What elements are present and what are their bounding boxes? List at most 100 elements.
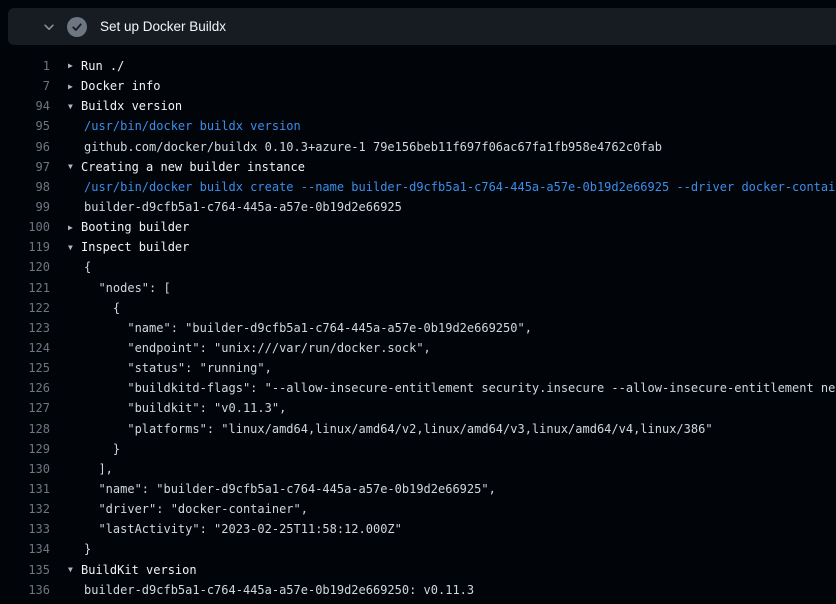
log-output-text: builder-d9cfb5a1-c764-445a-a57e-0b19d2e6… xyxy=(84,200,402,214)
log-output-text: { xyxy=(84,301,120,315)
log-text-cell: /usr/bin/docker buildx create --name bui… xyxy=(50,177,836,197)
log-group-line[interactable]: 119 ▼Inspect builder xyxy=(0,237,836,257)
log-group-cell[interactable]: ▼Creating a new builder instance xyxy=(50,157,305,177)
log-text-cell: "driver": "docker-container", xyxy=(50,499,308,519)
log-group-title: Inspect builder xyxy=(81,240,189,254)
log-text-line: 127 "buildkit": "v0.11.3", xyxy=(0,398,836,418)
log-group-cell[interactable]: ▶Docker info xyxy=(50,76,160,96)
log-group-title: Docker info xyxy=(81,79,160,93)
line-number[interactable]: 129 xyxy=(0,439,50,459)
log-viewer: 1 ▶Run ./ 7 ▶Docker info 94 ▼Buildx vers… xyxy=(0,56,836,600)
log-group-cell[interactable]: ▼Inspect builder xyxy=(50,237,189,257)
line-number[interactable]: 122 xyxy=(0,298,50,318)
log-text-cell: { xyxy=(50,257,91,277)
log-group-line[interactable]: 1 ▶Run ./ xyxy=(0,56,836,76)
log-output-text: "buildkitd-flags": "--allow-insecure-ent… xyxy=(84,381,836,395)
line-number[interactable]: 94 xyxy=(0,96,50,116)
log-output-text: "driver": "docker-container", xyxy=(84,502,308,516)
log-text-cell: "nodes": [ xyxy=(50,278,171,298)
triangle-collapsed-icon[interactable]: ▶ xyxy=(68,56,81,76)
log-text-line: 124 "endpoint": "unix:///var/run/docker.… xyxy=(0,338,836,358)
line-number[interactable]: 99 xyxy=(0,197,50,217)
line-number[interactable]: 132 xyxy=(0,499,50,519)
line-number[interactable]: 134 xyxy=(0,539,50,559)
check-circle-icon xyxy=(67,17,87,37)
step-header[interactable]: Set up Docker Buildx xyxy=(8,8,836,45)
line-number[interactable]: 130 xyxy=(0,459,50,479)
line-number[interactable]: 131 xyxy=(0,479,50,499)
triangle-collapsed-icon[interactable]: ▶ xyxy=(68,218,81,238)
log-text-line: 123 "name": "builder-d9cfb5a1-c764-445a-… xyxy=(0,318,836,338)
line-number[interactable]: 128 xyxy=(0,419,50,439)
line-number[interactable]: 100 xyxy=(0,217,50,237)
log-text-line: 126 "buildkitd-flags": "--allow-insecure… xyxy=(0,378,836,398)
line-number[interactable]: 135 xyxy=(0,560,50,580)
log-text-line: 131 "name": "builder-d9cfb5a1-c764-445a-… xyxy=(0,479,836,499)
log-text-line: 96 github.com/docker/buildx 0.10.3+azure… xyxy=(0,137,836,157)
log-group-line[interactable]: 100 ▶Booting builder xyxy=(0,217,836,237)
log-group-line[interactable]: 135 ▼BuildKit version xyxy=(0,560,836,580)
log-group-line[interactable]: 97 ▼Creating a new builder instance xyxy=(0,157,836,177)
log-command-text: /usr/bin/docker buildx create --name bui… xyxy=(84,180,836,194)
log-group-cell[interactable]: ▶Run ./ xyxy=(50,56,124,76)
log-group-line[interactable]: 7 ▶Docker info xyxy=(0,76,836,96)
line-number[interactable]: 127 xyxy=(0,398,50,418)
triangle-expanded-icon[interactable]: ▼ xyxy=(68,560,81,580)
line-number[interactable]: 125 xyxy=(0,358,50,378)
log-text-cell: { xyxy=(50,298,120,318)
log-text-line: 130 ], xyxy=(0,459,836,479)
line-number[interactable]: 97 xyxy=(0,157,50,177)
log-text-line: 98 /usr/bin/docker buildx create --name … xyxy=(0,177,836,197)
line-number[interactable]: 119 xyxy=(0,237,50,257)
log-group-cell[interactable]: ▶Booting builder xyxy=(50,217,189,237)
line-number[interactable]: 133 xyxy=(0,519,50,539)
log-text-cell: "endpoint": "unix:///var/run/docker.sock… xyxy=(50,338,431,358)
log-text-line: 95 /usr/bin/docker buildx version xyxy=(0,116,836,136)
log-output-text: { xyxy=(84,260,91,274)
log-text-line: 136 builder-d9cfb5a1-c764-445a-a57e-0b19… xyxy=(0,580,836,600)
log-text-cell: } xyxy=(50,439,120,459)
log-text-line: 132 "driver": "docker-container", xyxy=(0,499,836,519)
line-number[interactable]: 126 xyxy=(0,378,50,398)
log-text-cell: "name": "builder-d9cfb5a1-c764-445a-a57e… xyxy=(50,318,532,338)
log-text-cell: } xyxy=(50,539,91,559)
line-number[interactable]: 98 xyxy=(0,177,50,197)
log-text-cell: /usr/bin/docker buildx version xyxy=(50,116,301,136)
triangle-collapsed-icon[interactable]: ▶ xyxy=(68,77,81,97)
chevron-down-icon[interactable] xyxy=(41,19,57,35)
log-text-cell: "name": "builder-d9cfb5a1-c764-445a-a57e… xyxy=(50,479,496,499)
line-number[interactable]: 124 xyxy=(0,338,50,358)
log-group-cell[interactable]: ▼Buildx version xyxy=(50,96,182,116)
log-group-title: Booting builder xyxy=(81,220,189,234)
line-number[interactable]: 1 xyxy=(0,56,50,76)
line-number[interactable]: 136 xyxy=(0,580,50,600)
log-group-cell[interactable]: ▼BuildKit version xyxy=(50,560,197,580)
log-text-cell: builder-d9cfb5a1-c764-445a-a57e-0b19d2e6… xyxy=(50,197,402,217)
log-group-title: Creating a new builder instance xyxy=(81,160,305,174)
log-text-line: 128 "platforms": "linux/amd64,linux/amd6… xyxy=(0,419,836,439)
line-number[interactable]: 96 xyxy=(0,137,50,157)
triangle-expanded-icon[interactable]: ▼ xyxy=(68,238,81,258)
log-output-text: github.com/docker/buildx 0.10.3+azure-1 … xyxy=(84,140,662,154)
triangle-expanded-icon[interactable]: ▼ xyxy=(68,97,81,117)
log-output-text: builder-d9cfb5a1-c764-445a-a57e-0b19d2e6… xyxy=(84,583,474,597)
log-text-cell: "status": "running", xyxy=(50,358,272,378)
log-output-text: "endpoint": "unix:///var/run/docker.sock… xyxy=(84,341,431,355)
log-command-text: /usr/bin/docker buildx version xyxy=(84,119,301,133)
line-number[interactable]: 123 xyxy=(0,318,50,338)
log-text-cell: "platforms": "linux/amd64,linux/amd64/v2… xyxy=(50,419,713,439)
line-number[interactable]: 7 xyxy=(0,76,50,96)
log-text-line: 134 } xyxy=(0,539,836,559)
line-number[interactable]: 95 xyxy=(0,116,50,136)
line-number[interactable]: 120 xyxy=(0,257,50,277)
log-output-text: } xyxy=(84,542,91,556)
log-group-line[interactable]: 94 ▼Buildx version xyxy=(0,96,836,116)
line-number[interactable]: 121 xyxy=(0,278,50,298)
log-group-title: Run ./ xyxy=(81,59,124,73)
log-output-text: "name": "builder-d9cfb5a1-c764-445a-a57e… xyxy=(84,321,532,335)
log-text-cell: github.com/docker/buildx 0.10.3+azure-1 … xyxy=(50,137,662,157)
log-output-text: "lastActivity": "2023-02-25T11:58:12.000… xyxy=(84,522,402,536)
log-output-text: "nodes": [ xyxy=(84,281,171,295)
log-group-title: BuildKit version xyxy=(81,563,197,577)
triangle-expanded-icon[interactable]: ▼ xyxy=(68,157,81,177)
